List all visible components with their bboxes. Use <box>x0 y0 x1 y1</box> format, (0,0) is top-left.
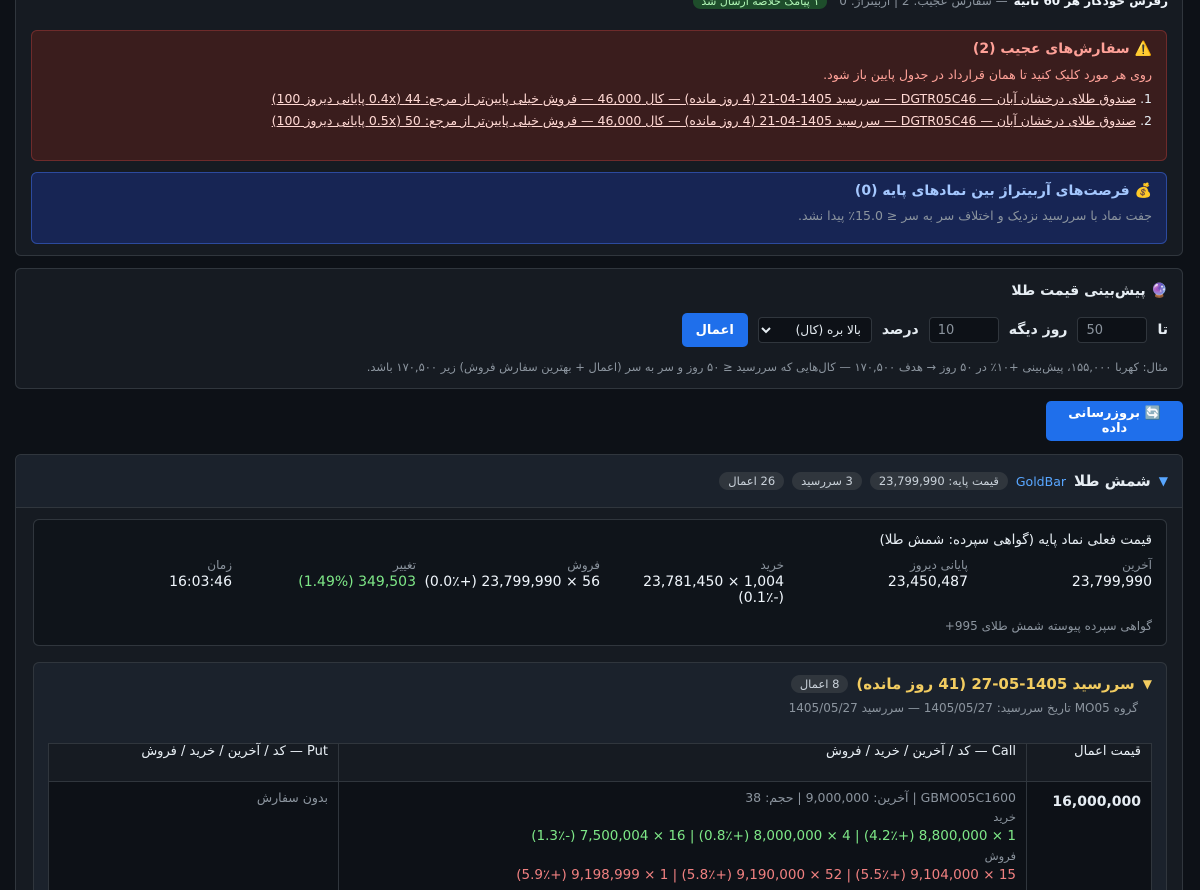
call-info: GBMO05C1600 | آخرین: 9,000,000 | حجم: 38 <box>745 790 1016 805</box>
bid-label: خرید <box>993 810 1016 824</box>
call-bids: 1 × 8,800,000 (+4.2٪) | 4 × 8,000,000 (+… <box>531 828 1016 844</box>
stat-label: فروش <box>567 558 600 572</box>
label-percent: درصد <box>881 322 919 338</box>
arbitrage-title: 💰 فرصت‌های آربیتراژ بین نمادهای پایه (0) <box>854 183 1152 199</box>
odd-order-item[interactable]: 2. صندوق طلای درخشان آبان — DGTR05C46 — … <box>46 113 1152 128</box>
forecast-example: مثال: کهربا ۱۵۵,۰۰۰، پیش‌بینی +۱۰٪ در ۵۰… <box>366 360 1168 374</box>
expiries-chip: 3 سررسید <box>792 472 862 490</box>
base-price-chip: قیمت پایه: 23,799,990 <box>869 472 1008 490</box>
call-asks: 15 × 9,104,000 (+5.5٪) | 52 × 9,190,000 … <box>516 867 1016 883</box>
collapse-arrow-icon[interactable]: ▼ <box>1143 677 1152 691</box>
odd-order-num: 2. <box>1140 113 1152 128</box>
alerts-panel: رفرش خودکار هر 60 ثانیه — سفارش عجیب: 2 … <box>15 0 1183 256</box>
apply-button[interactable]: اعمال <box>681 313 748 347</box>
collapse-arrow-icon[interactable]: ▼ <box>1159 474 1168 488</box>
auto-refresh-label: رفرش خودکار هر 60 ثانیه <box>1013 0 1168 8</box>
refresh-data-button[interactable]: 🔄 بروزرسانی داده <box>1046 401 1183 441</box>
put-info: بدون سفارش <box>256 790 328 805</box>
stat-change: تغییر 349,503 (1.49%) <box>232 558 416 606</box>
odd-orders-title: ⚠️ سفارش‌های عجیب (2) <box>972 41 1152 57</box>
odd-orders-desc: روی هر مورد کلیک کنید تا همان قرارداد در… <box>823 67 1152 82</box>
stat-label: آخرین <box>1122 558 1152 572</box>
status-line: رفرش خودکار هر 60 ثانیه — سفارش عجیب: 2 … <box>693 0 1168 11</box>
underlying-stats: آخرین 23,799,990 پایانی دیروز 23,450,487… <box>48 558 1152 606</box>
expiry-group: ▼ سررسید 1405-05-27 (41 روز مانده) 8 اعم… <box>33 662 1167 890</box>
label-days: روز دیگه <box>1008 322 1068 338</box>
stat-time: زمان 16:03:46 <box>48 558 232 606</box>
stat-bid: خرید 1,004 × 23,781,450 (-0.1٪) <box>600 558 784 606</box>
gold-bar-section: ▼ شمش طلا GoldBar قیمت پایه: 23,799,990 … <box>15 454 1183 890</box>
stat-last: آخرین 23,799,990 <box>968 558 1152 606</box>
stat-label: زمان <box>207 558 232 572</box>
stat-value: 23,450,487 <box>887 574 968 590</box>
expiry-subtitle: گروه MO05 تاریخ سررسید: 1405/05/27 — سرر… <box>788 701 1138 715</box>
odd-order-link[interactable]: صندوق طلای درخشان آبان — DGTR05C46 — سرر… <box>272 113 1136 128</box>
strike-price: 16,000,000 <box>1052 794 1141 810</box>
section-title: شمش طلا <box>1074 472 1151 490</box>
odd-order-link[interactable]: صندوق طلای درخشان آبان — DGTR05C46 — سرر… <box>272 91 1136 106</box>
arbitrage-desc: جفت نماد با سررسید نزدیک و اختلاف سر به … <box>797 208 1152 223</box>
forecast-form: تا روز دیگه درصد بالا بره (کال) اعمال <box>30 313 1168 347</box>
expiry-header[interactable]: ▼ سررسید 1405-05-27 (41 روز مانده) 8 اعم… <box>48 675 1152 693</box>
odd-order-num: 1. <box>1140 91 1152 106</box>
label-until: تا <box>1157 322 1168 338</box>
underlying-note: گواهی سپرده پیوسته شمش طلای 995+ <box>944 619 1152 633</box>
stat-value: 349,503 (1.49%) <box>298 574 416 590</box>
underlying-title: قیمت فعلی نماد پایه (گواهی سپرده: شمش طل… <box>879 532 1152 548</box>
gold-forecast-panel: 🔮 پیش‌بینی قیمت طلا تا روز دیگه درصد بال… <box>15 268 1183 389</box>
stat-label: تغییر <box>393 558 416 572</box>
forecast-title: 🔮 پیش‌بینی قیمت طلا <box>1011 283 1168 299</box>
odd-orders-alert: ⚠️ سفارش‌های عجیب (2) روی هر مورد کلیک ک… <box>31 30 1167 161</box>
odd-order-item[interactable]: 1. صندوق طلای درخشان آبان — DGTR05C46 — … <box>46 91 1152 106</box>
gold-section-header[interactable]: ▼ شمش طلا GoldBar قیمت پایه: 23,799,990 … <box>16 455 1182 508</box>
table-row: 16,000,000 GBMO05C1600 | آخرین: 9,000,00… <box>48 781 1152 890</box>
strike-cell: 16,000,000 <box>1026 781 1152 890</box>
stat-value: 23,799,990 <box>1071 574 1152 590</box>
strikes-chip: 26 اعمال <box>719 472 785 490</box>
stat-prev-close: پایانی دیروز 23,450,487 <box>784 558 968 606</box>
call-cell[interactable]: GBMO05C1600 | آخرین: 9,000,000 | حجم: 38… <box>338 781 1027 890</box>
arbitrage-alert: 💰 فرصت‌های آربیتراژ بین نمادهای پایه (0)… <box>31 172 1167 244</box>
expiry-strikes-chip: 8 اعمال <box>790 675 849 693</box>
stat-value: 16:03:46 <box>169 574 232 590</box>
stat-label: پایانی دیروز <box>909 558 968 572</box>
days-input[interactable] <box>1077 317 1148 343</box>
header-strike: قیمت اعمال <box>1026 743 1152 782</box>
underlying-price-box: قیمت فعلی نماد پایه (گواهی سپرده: شمش طل… <box>33 519 1167 646</box>
stat-label: خرید <box>760 558 784 572</box>
expiry-title: سررسید 1405-05-27 (41 روز مانده) <box>856 675 1135 693</box>
stat-value: 56 × 23,799,990 (+0.0٪) <box>424 574 600 590</box>
put-cell[interactable]: بدون سفارش <box>48 781 339 890</box>
status-summary: — سفارش عجیب: 2 | آربیتراژ: 0 <box>839 0 1008 8</box>
option-chain-table: قیمت اعمال Call — کد / آخرین / خرید / فر… <box>48 743 1152 890</box>
header-call: Call — کد / آخرین / خرید / فروش <box>338 743 1027 782</box>
percent-input[interactable] <box>928 317 999 343</box>
stat-ask: فروش 56 × 23,799,990 (+0.0٪) <box>416 558 600 606</box>
symbol-link[interactable]: GoldBar <box>1016 474 1066 489</box>
header-put: Put — کد / آخرین / خرید / فروش <box>48 743 339 782</box>
ask-label: فروش <box>984 849 1016 863</box>
stat-value: 1,004 × 23,781,450 (-0.1٪) <box>643 574 784 606</box>
direction-select[interactable]: بالا بره (کال) <box>757 317 872 343</box>
sms-sent-badge: ۱ پیامک خلاصه ارسال شد <box>693 0 828 9</box>
